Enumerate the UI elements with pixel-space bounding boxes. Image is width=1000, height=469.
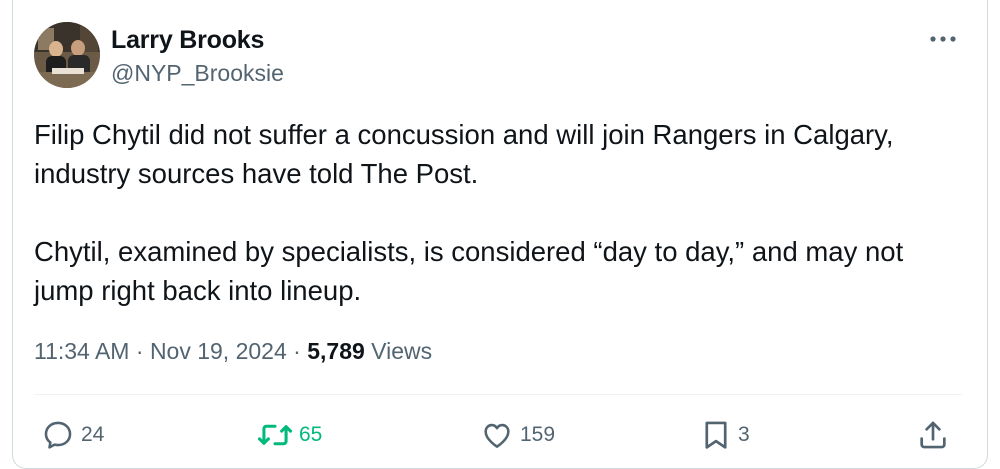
reply-button[interactable]: 24 [41,418,104,452]
tweet-date[interactable]: Nov 19, 2024 [150,338,287,364]
repost-icon [257,424,293,446]
tweet-card: Larry Brooks @NYP_Brooksie Filip Chytil … [12,0,988,469]
bookmark-button[interactable]: 3 [700,418,750,452]
bookmark-count: 3 [738,423,750,446]
reply-icon [44,421,72,449]
more-horizontal-icon [930,36,956,42]
divider [34,394,962,395]
bookmark-icon [705,421,727,449]
tweet-paragraph: Filip Chytil did not suffer a concussion… [34,119,894,189]
repost-button[interactable]: 65 [257,418,322,452]
more-options-button[interactable] [925,24,961,54]
tweet-metadata: 11:34 AM · Nov 19, 2024 · 5,789 Views [34,338,432,365]
tweet-time[interactable]: 11:34 AM [34,338,129,364]
meta-separator: · [135,338,144,364]
share-button[interactable] [916,418,950,452]
author-avatar[interactable] [34,22,100,88]
heart-icon [484,423,510,448]
tweet-text: Filip Chytil did not suffer a concussion… [34,115,964,310]
reply-count: 24 [81,423,105,446]
views-label: Views [371,338,433,364]
author-handle[interactable]: @NYP_Brooksie [111,60,284,87]
meta-separator: · [293,338,301,364]
share-icon [920,421,946,449]
like-count: 159 [520,423,556,446]
repost-count: 65 [299,423,323,446]
profile-photo-icon [34,22,100,88]
author-display-name[interactable]: Larry Brooks [111,26,264,55]
tweet-paragraph: Chytil, examined by specialists, is cons… [34,236,904,306]
like-button[interactable]: 159 [480,418,555,452]
views-count: 5,789 [307,338,365,364]
